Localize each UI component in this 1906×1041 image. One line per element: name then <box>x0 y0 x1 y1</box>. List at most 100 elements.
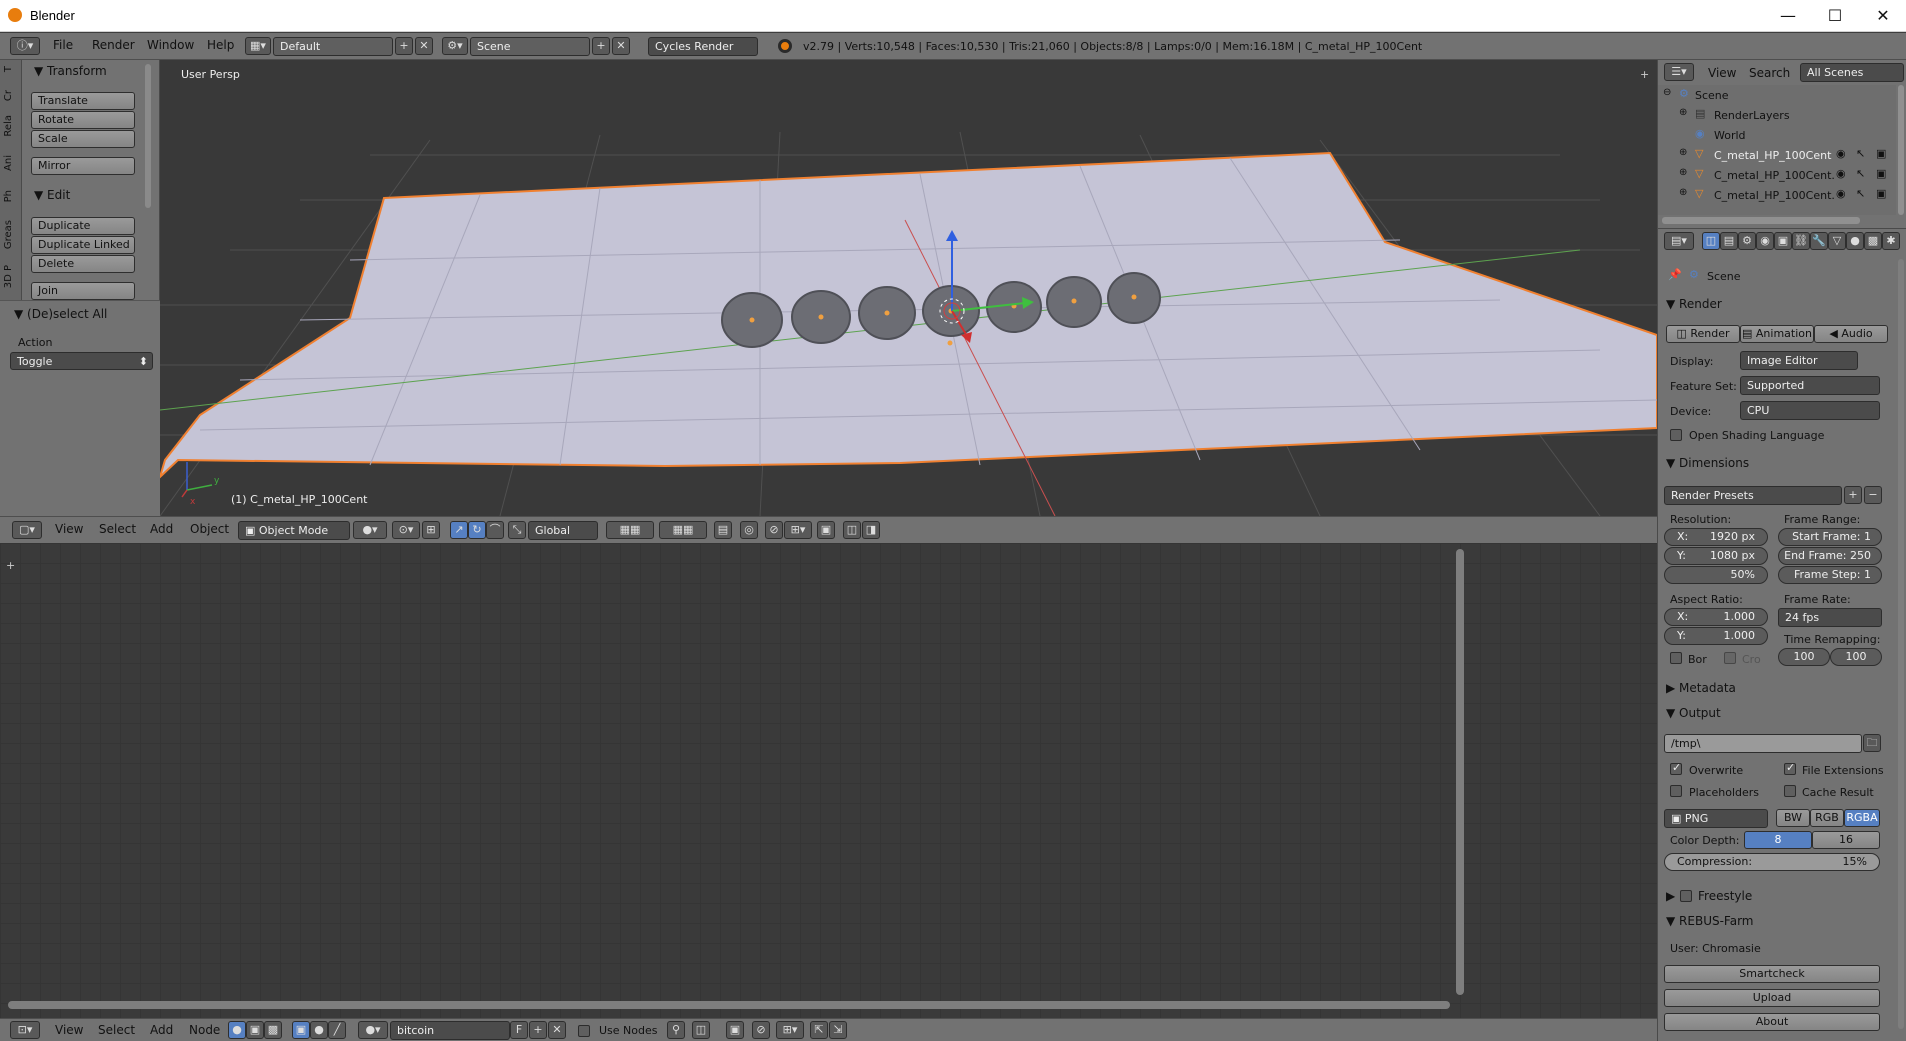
snap-icon[interactable]: ⊘ <box>765 521 783 539</box>
shading-icon[interactable]: ●▾ <box>353 521 387 539</box>
camera-icon[interactable]: ◫ <box>843 521 861 539</box>
render-button[interactable]: ◫ Render <box>1666 325 1740 343</box>
tab-3d-printing[interactable]: 3D P <box>3 265 19 288</box>
tool-shelf-scrollbar[interactable] <box>145 64 151 208</box>
node-pin-icon[interactable]: ⚲ <box>667 1021 685 1039</box>
add-preset-icon[interactable]: + <box>1844 486 1862 504</box>
tab-animation[interactable]: Ani <box>3 155 19 171</box>
manipulator-icon[interactable]: ⊞ <box>422 521 440 539</box>
node-auto-offset-icon[interactable]: ⊞▾ <box>776 1021 804 1039</box>
freestyle-checkbox[interactable] <box>1680 890 1692 902</box>
aspect-y-field[interactable]: Y: 1.000 <box>1664 627 1768 645</box>
viewport-scene[interactable]: y x <box>0 60 1657 516</box>
remove-material-icon[interactable]: ✕ <box>548 1021 566 1039</box>
tab-grease-pencil[interactable]: Greas <box>3 220 19 249</box>
outliner-row-object-2[interactable]: ⊕ ▽ C_metal_HP_100Cent. ◉ ↖ ▣ <box>1658 165 1896 185</box>
node-editor[interactable]: + <box>0 543 1657 1018</box>
remap-new-field[interactable]: 100 <box>1830 648 1882 666</box>
frame-step-field[interactable]: Frame Step: 1 <box>1778 566 1882 584</box>
maximize-button[interactable]: ☐ <box>1812 0 1858 32</box>
outliner-row-object-1[interactable]: ⊕ ▽ C_metal_HP_100Cent ◉ ↖ ▣ <box>1658 145 1896 165</box>
data-context-icon[interactable]: ▽ <box>1828 232 1846 250</box>
smartcheck-button[interactable]: Smartcheck <box>1664 965 1880 983</box>
outliner-editor-type-icon[interactable]: ☰▾ <box>1664 63 1694 81</box>
minimize-button[interactable]: — <box>1765 0 1811 32</box>
shader-nodes-icon[interactable]: ● <box>228 1021 246 1039</box>
lock-icon[interactable]: ▤ <box>714 521 732 539</box>
menu-help[interactable]: Help <box>207 38 234 52</box>
selectability-cursor-icon[interactable]: ↖ <box>1856 147 1865 160</box>
layers-icon-2[interactable]: ▦▦ <box>659 521 707 539</box>
modifiers-context-icon[interactable]: 🔧 <box>1810 232 1828 250</box>
rgba-button[interactable]: RGBA <box>1844 809 1880 827</box>
pivot-icon[interactable]: ⊙▾ <box>392 521 420 539</box>
translate-manipulator-icon[interactable]: ↗ <box>450 521 468 539</box>
edit-panel-header[interactable]: ▼ Edit <box>34 188 70 202</box>
proportional-icon[interactable]: ◎ <box>740 521 758 539</box>
frame-rate-dropdown[interactable]: 24 fps <box>1778 608 1882 627</box>
selectability-cursor-icon[interactable]: ↖ <box>1856 187 1865 200</box>
texture-nodes-icon[interactable]: ▩ <box>264 1021 282 1039</box>
particles-context-icon[interactable]: ✱ <box>1882 232 1900 250</box>
menu-file[interactable]: File <box>53 38 73 52</box>
rotate-manipulator-icon[interactable]: ↻ <box>468 521 486 539</box>
view3d-menu-object[interactable]: Object <box>190 522 229 536</box>
texture-context-icon[interactable]: ▩ <box>1864 232 1882 250</box>
freestyle-panel-header[interactable]: ▶ <box>1666 889 1675 903</box>
outliner-row-object-3[interactable]: ⊕ ▽ C_metal_HP_100Cent. ◉ ↖ ▣ <box>1658 185 1896 205</box>
remap-old-field[interactable]: 100 <box>1778 648 1830 666</box>
node-paste-icon[interactable]: ⇲ <box>829 1021 847 1039</box>
layers-icon[interactable]: ▦▦ <box>606 521 654 539</box>
node-copy-icon[interactable]: ⇱ <box>810 1021 828 1039</box>
render-context-icon[interactable]: ◫ <box>1702 232 1720 250</box>
tab-create[interactable]: Cr <box>3 90 19 101</box>
rgb-button[interactable]: RGB <box>1810 809 1844 827</box>
node-editor-type-icon[interactable]: ⊡▾ <box>10 1021 40 1039</box>
node-add-region-icon[interactable]: + <box>6 559 15 572</box>
resolution-x-field[interactable]: X: 1920 px <box>1664 528 1768 546</box>
material-browse-icon[interactable]: ●▾ <box>358 1021 388 1039</box>
render-panel-header[interactable]: ▼ Render <box>1666 297 1722 311</box>
start-frame-field[interactable]: Start Frame: 1 <box>1778 528 1882 546</box>
end-frame-field[interactable]: End Frame: 250 <box>1778 547 1882 565</box>
fake-user-button[interactable]: F <box>510 1021 528 1039</box>
render-anim-icon[interactable]: ◨ <box>862 521 880 539</box>
view3d-editor-type-icon[interactable]: ▢▾ <box>12 521 42 539</box>
tab-tools[interactable]: T <box>3 66 19 72</box>
use-nodes-checkbox[interactable] <box>578 1025 590 1037</box>
close-button[interactable]: ✕ <box>1860 0 1906 32</box>
node-snap-icon[interactable]: ▣ <box>726 1021 744 1039</box>
about-button[interactable]: About <box>1664 1013 1880 1031</box>
object-nodes-icon[interactable]: ▣ <box>292 1021 310 1039</box>
output-panel-header[interactable]: ▼ Output <box>1666 706 1721 720</box>
bw-button[interactable]: BW <box>1776 809 1810 827</box>
outliner-filter-dropdown[interactable]: All Scenes <box>1800 63 1904 82</box>
scene-icon[interactable]: ⚙▾ <box>442 37 468 55</box>
resolution-percent-field[interactable]: 50% <box>1664 566 1768 584</box>
duplicate-button[interactable]: Duplicate <box>31 217 135 235</box>
material-context-icon[interactable]: ● <box>1846 232 1864 250</box>
action-dropdown[interactable]: Toggle ⬍ <box>10 352 153 370</box>
outliner-menu-search[interactable]: Search <box>1749 66 1790 80</box>
visibility-eye-icon[interactable]: ◉ <box>1836 167 1846 180</box>
remove-layout-icon[interactable]: ✕ <box>415 37 433 55</box>
outliner-row-scene[interactable]: ⊖ ⚙ Scene <box>1658 85 1896 105</box>
mode-dropdown[interactable]: ▣ Object Mode <box>238 521 350 540</box>
outliner-vscrollbar[interactable] <box>1898 85 1904 215</box>
display-dropdown[interactable]: Image Editor <box>1740 351 1858 370</box>
output-path-field[interactable]: /tmp\ <box>1664 734 1862 753</box>
render-presets-dropdown[interactable]: Render Presets <box>1664 486 1842 505</box>
scale-handle-icon[interactable]: ⤡ <box>508 521 526 539</box>
renderability-camera-icon[interactable]: ▣ <box>1876 187 1886 200</box>
node-hscrollbar[interactable] <box>8 1001 1450 1009</box>
selectability-cursor-icon[interactable]: ↖ <box>1856 167 1865 180</box>
visibility-eye-icon[interactable]: ◉ <box>1836 147 1846 160</box>
metadata-panel-header[interactable]: ▶ Metadata <box>1666 681 1736 695</box>
pin-icon[interactable]: 📌 <box>1668 268 1682 281</box>
linestyle-nodes-icon[interactable]: ╱ <box>328 1021 346 1039</box>
properties-vscrollbar[interactable] <box>1898 259 1904 1029</box>
crop-checkbox[interactable] <box>1724 652 1736 664</box>
join-button[interactable]: Join <box>31 282 135 300</box>
material-name-field[interactable]: bitcoin <box>390 1021 510 1040</box>
delete-button[interactable]: Delete <box>31 255 135 273</box>
